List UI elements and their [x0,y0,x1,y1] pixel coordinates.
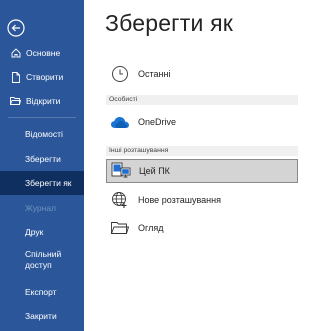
globe-plus-icon [110,190,130,210]
section-personal-header: Особисті [106,95,298,105]
location-add-place[interactable]: Нове розташування [106,188,298,212]
location-browse-label: Огляд [138,223,164,233]
nav-open-label: Відкрити [26,96,61,106]
section-other-header: Інші розташування [106,146,298,156]
sidebar-divider [8,117,76,118]
location-recent-label: Останні [138,69,171,79]
nav-print-label: Друк [25,227,44,237]
computer-icon [111,161,131,181]
home-icon [10,48,21,59]
location-this-pc[interactable]: Цей ПК [106,159,298,183]
nav-home[interactable]: Основне [0,41,84,65]
nav-save-as-label: Зберегти як [25,178,72,188]
nav-close-label: Закрити [25,311,57,321]
onedrive-cloud-icon [110,112,130,132]
nav-new-label: Створити [26,72,64,82]
location-onedrive-label: OneDrive [138,117,177,127]
nav-info-label: Відомості [25,129,63,139]
new-document-icon [10,71,21,83]
backstage-sidebar: Основне Створити Відкрити Відомості Збер… [0,0,84,331]
nav-save-as[interactable]: Зберегти як [0,171,84,195]
back-button[interactable] [6,18,26,42]
nav-save-label: Зберегти [25,154,61,164]
nav-export[interactable]: Експорт [0,280,84,304]
location-recent[interactable]: Останні [106,62,298,86]
nav-open[interactable]: Відкрити [0,89,84,113]
nav-close[interactable]: Закрити [0,304,84,328]
nav-save[interactable]: Зберегти [0,147,84,171]
location-onedrive[interactable]: OneDrive [106,110,298,134]
nav-share[interactable]: Спільний доступ [0,246,84,274]
nav-new[interactable]: Створити [0,65,84,89]
nav-print[interactable]: Друк [0,220,84,244]
nav-info[interactable]: Відомості [0,122,84,146]
folder-icon [110,218,130,238]
location-add-place-label: Нове розташування [138,195,221,205]
nav-history-label: Журнал [25,203,57,213]
clock-icon [110,64,130,84]
save-as-pane: Зберегти як Останні Особисті OneDrive Ін… [84,0,300,331]
circle-arrow-left-icon [7,18,25,42]
nav-history: Журнал [0,196,84,220]
nav-home-label: Основне [26,48,61,58]
nav-share-label: Спільний доступ [25,249,62,270]
location-browse[interactable]: Огляд [106,216,298,240]
page-title: Зберегти як [105,10,234,36]
nav-export-label: Експорт [25,287,57,297]
open-folder-icon [10,96,21,107]
location-this-pc-label: Цей ПК [139,166,170,176]
